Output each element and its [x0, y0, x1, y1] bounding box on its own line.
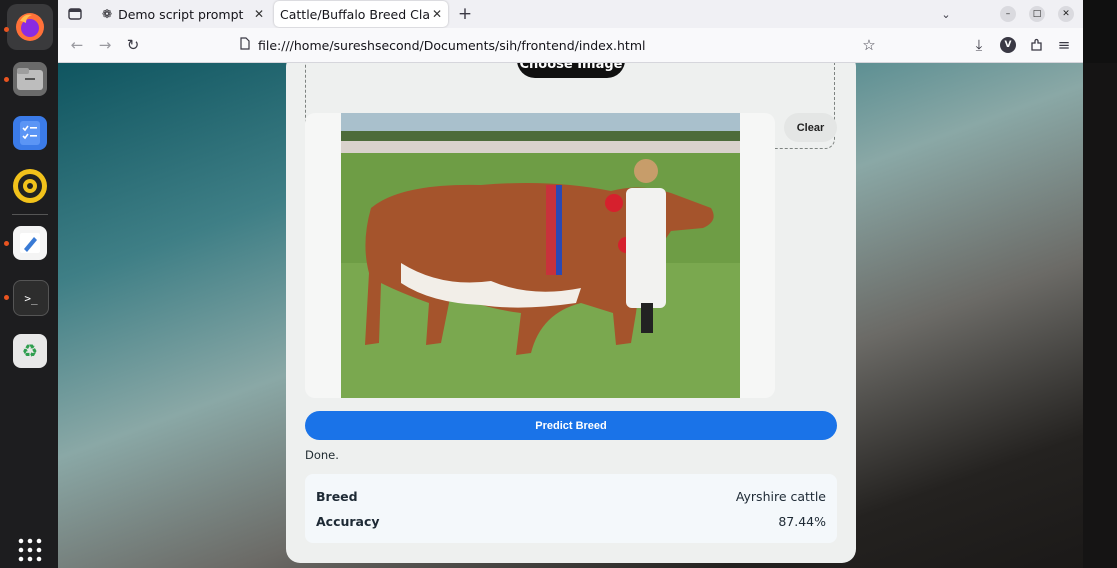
maximize-button[interactable]: □ — [1029, 6, 1045, 22]
url-bar[interactable]: file:///home/sureshsecond/Documents/sih/… — [230, 31, 880, 59]
results-panel: Breed Ayrshire cattle Accuracy 87.44% — [305, 474, 837, 543]
ubuntu-dock: >_ ♻ — [0, 0, 59, 568]
app-grid-icon[interactable] — [13, 533, 47, 567]
back-icon[interactable]: ← — [68, 36, 86, 54]
downloads-icon[interactable]: ⤓ — [970, 36, 988, 54]
navigation-toolbar: ← → ↻ file:///home/sureshsecond/Document… — [58, 28, 1083, 63]
tab-demo-script[interactable]: ❁ Demo script prompt ✕ — [94, 1, 270, 27]
file-icon — [240, 37, 250, 53]
result-key: Accuracy — [316, 514, 380, 529]
bookmark-star-icon[interactable]: ☆ — [860, 36, 878, 54]
tasks-icon[interactable] — [13, 116, 47, 150]
image-preview — [305, 113, 775, 398]
reload-icon[interactable]: ↻ — [124, 36, 142, 54]
result-value: Ayrshire cattle — [735, 489, 826, 504]
dock-separator — [12, 214, 48, 215]
tab-overview-icon[interactable] — [66, 5, 84, 23]
minimize-button[interactable]: – — [1000, 6, 1016, 22]
account-avatar[interactable]: V — [1000, 37, 1016, 53]
close-tab-icon[interactable]: ✕ — [432, 7, 442, 21]
new-tab-icon[interactable]: + — [456, 4, 474, 24]
status-text: Done. — [305, 448, 339, 462]
running-indicator — [4, 27, 9, 32]
forward-icon[interactable]: → — [96, 36, 114, 54]
extensions-icon[interactable] — [1028, 36, 1046, 54]
trash-icon[interactable]: ♻ — [13, 334, 47, 368]
openai-icon: ❁ — [102, 7, 113, 21]
result-key: Breed — [316, 489, 358, 504]
cow-photo — [341, 113, 740, 398]
tab-bar: ❁ Demo script prompt ✕ Cattle/Buffalo Br… — [58, 0, 1083, 28]
running-indicator — [4, 241, 9, 246]
tab-cattle-classifier[interactable]: Cattle/Buffalo Breed Classifi ✕ — [274, 1, 448, 27]
desktop-background — [1083, 63, 1117, 568]
close-tab-icon[interactable]: ✕ — [254, 7, 264, 21]
classifier-card: Choose Image Clear Predict Breed Done. B… — [286, 63, 856, 563]
url-text: file:///home/sureshsecond/Documents/sih/… — [258, 37, 646, 53]
text-editor-icon[interactable] — [13, 226, 47, 260]
desktop-background — [1083, 0, 1117, 63]
result-row-accuracy: Accuracy 87.44% — [316, 514, 826, 529]
clear-button[interactable]: Clear — [784, 113, 837, 142]
predict-breed-button[interactable]: Predict Breed — [305, 411, 837, 440]
firefox-icon[interactable] — [7, 4, 53, 50]
page-viewport: Choose Image Clear Predict Breed Done. B… — [58, 63, 1083, 568]
result-row-breed: Breed Ayrshire cattle — [316, 489, 826, 504]
running-indicator — [4, 295, 9, 300]
choose-image-button[interactable]: Choose Image — [517, 63, 625, 78]
files-icon[interactable] — [13, 62, 47, 96]
running-indicator — [4, 77, 9, 82]
chevron-down-icon[interactable]: ⌄ — [938, 5, 954, 23]
menu-icon[interactable]: ≡ — [1055, 36, 1073, 54]
tab-label: Demo script prompt — [118, 6, 244, 22]
terminal-icon[interactable]: >_ — [13, 280, 49, 316]
tab-label: Cattle/Buffalo Breed Classifi — [280, 6, 430, 22]
rhythmbox-icon[interactable] — [13, 169, 47, 203]
close-window-button[interactable]: ✕ — [1058, 6, 1074, 22]
firefox-window: ❁ Demo script prompt ✕ Cattle/Buffalo Br… — [58, 0, 1083, 568]
result-value: 87.44% — [778, 514, 826, 529]
